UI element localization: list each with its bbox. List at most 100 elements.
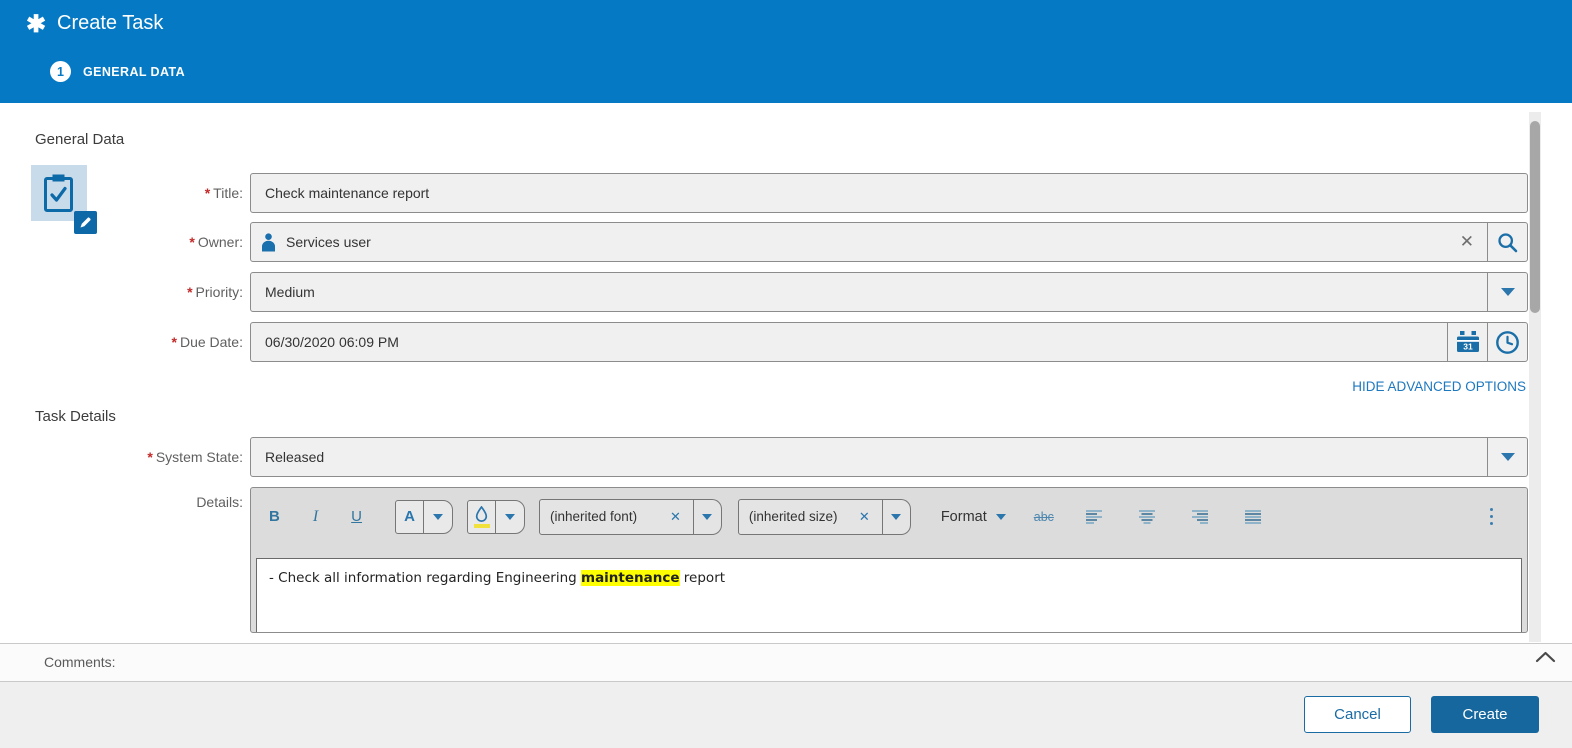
chevron-down-icon xyxy=(702,514,712,520)
more-options-button[interactable] xyxy=(1490,508,1494,526)
system-state-dropdown-button[interactable] xyxy=(1487,438,1527,476)
kebab-dot xyxy=(1490,522,1494,526)
owner-clear-button[interactable]: ✕ xyxy=(1447,222,1487,262)
priority-value: Medium xyxy=(251,273,1487,311)
calendar-button[interactable]: 31 xyxy=(1447,323,1487,361)
hide-advanced-options-link[interactable]: HIDE ADVANCED OPTIONS xyxy=(1352,379,1526,394)
comments-label: Comments: xyxy=(44,644,116,681)
svg-text:31: 31 xyxy=(1463,342,1473,352)
comments-section-bar: Comments: xyxy=(0,643,1572,682)
chevron-down-icon xyxy=(891,514,901,520)
priority-label: * Priority: xyxy=(0,272,243,312)
create-button[interactable]: Create xyxy=(1431,696,1539,733)
owner-field-box: Services user ✕ xyxy=(250,222,1528,262)
strikethrough-button[interactable]: abc xyxy=(1034,510,1054,524)
font-size-combo: (inherited size) ✕ xyxy=(738,499,911,535)
clock-icon xyxy=(1495,330,1520,355)
details-rich-text-editor: B I U A (inherited font) xyxy=(250,487,1528,633)
comments-collapse-button[interactable] xyxy=(1535,651,1556,666)
create-task-header: ✱ Create Task 1 GENERAL DATA xyxy=(0,0,1572,103)
highlight-color-dropdown[interactable] xyxy=(496,501,524,533)
font-color-button[interactable]: A xyxy=(396,501,424,533)
align-left-button[interactable] xyxy=(1086,510,1103,524)
search-icon xyxy=(1497,232,1518,253)
title-label: * Title: xyxy=(0,173,243,213)
required-marker: * xyxy=(187,284,192,300)
title-label-text: Title: xyxy=(213,185,243,201)
field-row-title: * Title: xyxy=(0,173,1528,213)
priority-label-text: Priority: xyxy=(196,284,243,300)
step-general-data[interactable]: 1 GENERAL DATA xyxy=(50,61,185,82)
owner-value: Services user xyxy=(286,234,371,250)
step-number-badge: 1 xyxy=(50,61,71,82)
highlight-color-button[interactable] xyxy=(468,501,496,533)
section-title-general-data: General Data xyxy=(35,131,124,148)
droplet-icon xyxy=(475,506,488,522)
align-justify-button[interactable] xyxy=(1245,510,1262,524)
align-center-button[interactable] xyxy=(1139,510,1156,524)
field-row-priority: * Priority: Medium xyxy=(0,272,1528,312)
font-name-value: (inherited font) xyxy=(550,509,668,524)
due-date-field-box: 31 xyxy=(250,322,1528,362)
chevron-down-icon xyxy=(996,514,1006,520)
owner-search-button[interactable] xyxy=(1487,223,1527,261)
clock-button[interactable] xyxy=(1487,323,1527,361)
font-name-dropdown[interactable] xyxy=(694,499,722,535)
format-label: Format xyxy=(941,509,987,525)
align-center-icon xyxy=(1139,510,1156,524)
details-text-area[interactable]: - Check all information regarding Engine… xyxy=(256,558,1522,633)
required-marker: * xyxy=(189,234,194,250)
font-color-combo: A xyxy=(395,500,453,534)
chevron-up-icon xyxy=(1535,651,1556,663)
kebab-dot xyxy=(1490,508,1494,512)
align-right-button[interactable] xyxy=(1192,510,1209,524)
field-row-system-state: * System State: Released xyxy=(0,437,1528,477)
system-state-label-text: System State: xyxy=(156,449,243,465)
asterisk-create-icon: ✱ xyxy=(26,10,46,39)
font-name-clear-button[interactable]: ✕ xyxy=(668,509,683,525)
italic-button[interactable]: I xyxy=(313,508,318,526)
vertical-scrollbar-thumb[interactable] xyxy=(1530,121,1540,313)
system-state-value: Released xyxy=(251,438,1487,476)
font-size-dropdown[interactable] xyxy=(883,499,911,535)
highlight-color-combo xyxy=(467,500,525,534)
font-color-dropdown[interactable] xyxy=(424,501,452,533)
cancel-button[interactable]: Cancel xyxy=(1304,696,1411,733)
font-name-combo: (inherited font) ✕ xyxy=(539,499,722,535)
highlight-color-swatch xyxy=(474,524,490,528)
owner-label-text: Owner: xyxy=(198,234,243,250)
required-marker: * xyxy=(172,334,177,350)
editor-toolbar: B I U A (inherited font) xyxy=(251,488,1527,545)
field-row-owner: * Owner: Services user ✕ xyxy=(0,222,1528,262)
font-name-box[interactable]: (inherited font) ✕ xyxy=(539,499,694,535)
font-size-value: (inherited size) xyxy=(749,509,857,524)
due-date-input[interactable] xyxy=(251,323,1447,361)
chevron-down-icon xyxy=(1501,453,1515,461)
format-dropdown[interactable]: Format xyxy=(941,509,1006,525)
underline-button[interactable]: U xyxy=(351,508,362,525)
priority-dropdown-button[interactable] xyxy=(1487,273,1527,311)
details-label: Details: xyxy=(0,494,243,510)
font-size-box[interactable]: (inherited size) ✕ xyxy=(738,499,883,535)
step-label: GENERAL DATA xyxy=(83,65,185,79)
chevron-down-icon xyxy=(1501,288,1515,296)
font-color-letter: A xyxy=(404,509,415,524)
due-date-label-text: Due Date: xyxy=(180,334,243,350)
title-input[interactable] xyxy=(251,174,1527,212)
due-date-label: * Due Date: xyxy=(0,322,243,362)
owner-label: * Owner: xyxy=(0,222,243,262)
align-left-icon xyxy=(1086,510,1103,524)
calendar-icon: 31 xyxy=(1456,331,1480,353)
bold-button[interactable]: B xyxy=(269,508,280,525)
section-title-task-details: Task Details xyxy=(35,408,116,425)
align-right-icon xyxy=(1192,510,1209,524)
chevron-down-icon xyxy=(505,514,515,520)
title-field-box xyxy=(250,173,1528,213)
font-size-clear-button[interactable]: ✕ xyxy=(857,509,872,525)
required-marker: * xyxy=(147,449,152,465)
details-text-before: - Check all information regarding Engine… xyxy=(269,570,581,586)
chevron-down-icon xyxy=(433,514,443,520)
system-state-label: * System State: xyxy=(0,437,243,477)
priority-field-box: Medium xyxy=(250,272,1528,312)
details-text-highlighted: maintenance xyxy=(581,570,680,586)
